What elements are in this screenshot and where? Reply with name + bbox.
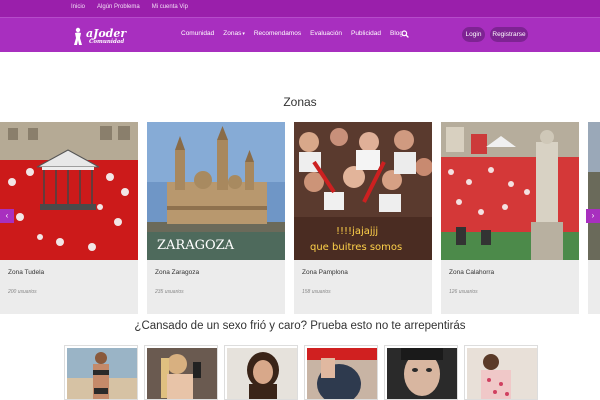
promo-title: ¿Cansado de un sexo frió y caro? Prueba … [134,320,466,332]
zone-name-pamplona[interactable]: Zona Pamplona [302,269,348,276]
chevron-right-icon: › [591,211,595,220]
zone-card-zaragoza[interactable]: ZARAGOZA Zona Zaragoza 235 usuarios [147,122,285,314]
login-button[interactable]: Login [462,27,485,42]
register-button[interactable]: Registrarse [490,27,528,42]
nav-comunidad[interactable]: Comunidad [181,30,214,37]
promo-image-3 [227,348,297,399]
chevron-down-icon: ▾ [242,31,245,37]
zone-caption-pamplona-1: !!!!jajajjj [336,226,378,237]
zone-name-zaragoza[interactable]: Zona Zaragoza [155,269,199,276]
promo-image-4 [307,348,377,399]
chevron-left-icon: ‹ [5,211,9,220]
search-icon[interactable] [401,30,409,38]
nav-zonas-label: Zonas [223,30,242,37]
zone-users-calahorra: 126 usuarios [449,289,478,295]
zone-image-calahorra [441,122,579,260]
promo-thumb-4[interactable] [304,345,378,400]
top-link-cuenta-vip[interactable]: Mi cuenta Vip [152,4,188,10]
zonas-carousel: Zona Tudela 200 usuarios ZARAGOZA Zona Z… [0,122,600,314]
carousel-prev-button[interactable]: ‹ [0,209,14,223]
logo-subtext: Comunidad [89,39,125,45]
promo-image-1 [67,348,137,399]
top-link-inicio[interactable]: Inicio [71,4,85,10]
site-logo[interactable]: aJoder Comunidad [72,26,138,48]
zone-card-calahorra[interactable]: Zona Calahorra 126 usuarios [441,122,579,314]
nav-publicidad[interactable]: Publicidad [351,30,381,37]
promo-thumbnails [64,345,538,400]
promo-thumb-1[interactable] [64,345,138,400]
zone-name-tudela[interactable]: Zona Tudela [8,269,44,276]
promo-thumb-6[interactable] [464,345,538,400]
top-link-problema[interactable]: Algún Problema [97,4,140,10]
page: Inicio Algún Problema Mi cuenta Vip aJod… [0,0,600,400]
carousel-next-button[interactable]: › [586,209,600,223]
zone-users-tudela: 200 usuarios [8,289,37,295]
nav-recomendamos[interactable]: Recomendamos [254,30,301,37]
nav-zonas[interactable]: Zonas▾ [223,30,245,37]
zone-image-tudela [0,122,138,260]
zone-name-calahorra[interactable]: Zona Calahorra [449,269,494,276]
promo-image-5 [387,348,457,399]
promo-thumb-2[interactable] [144,345,218,400]
nav-evaluacion[interactable]: Evaluación [310,30,342,37]
top-links: Inicio Algún Problema Mi cuenta Vip [71,4,188,10]
zone-caption-pamplona-2: que buitres somos [310,242,402,253]
promo-thumb-3[interactable] [224,345,298,400]
promo-image-2 [147,348,217,399]
promo-thumb-5[interactable] [384,345,458,400]
zone-users-pamplona: 158 usuarios [302,289,331,295]
zone-caption-zaragoza: ZARAGOZA [157,238,235,253]
zone-image-partial-right [588,122,600,260]
zonas-title: Zonas [283,95,317,109]
zone-image-zaragoza: ZARAGOZA [147,122,285,260]
main-header: aJoder Comunidad Comunidad Zonas▾ Recome… [0,17,600,52]
zone-users-zaragoza: 235 usuarios [155,289,184,295]
logo-figure-icon [74,27,82,45]
promo-image-6 [467,348,537,399]
main-nav: Comunidad Zonas▾ Recomendamos Evaluación… [181,30,403,37]
top-bar: Inicio Algún Problema Mi cuenta Vip [0,0,600,17]
zone-card-pamplona[interactable]: !!!!jajajjj que buitres somos Zona Pampl… [294,122,432,314]
zone-card-tudela[interactable]: Zona Tudela 200 usuarios [0,122,138,314]
zone-image-pamplona: !!!!jajajjj que buitres somos [294,122,432,260]
